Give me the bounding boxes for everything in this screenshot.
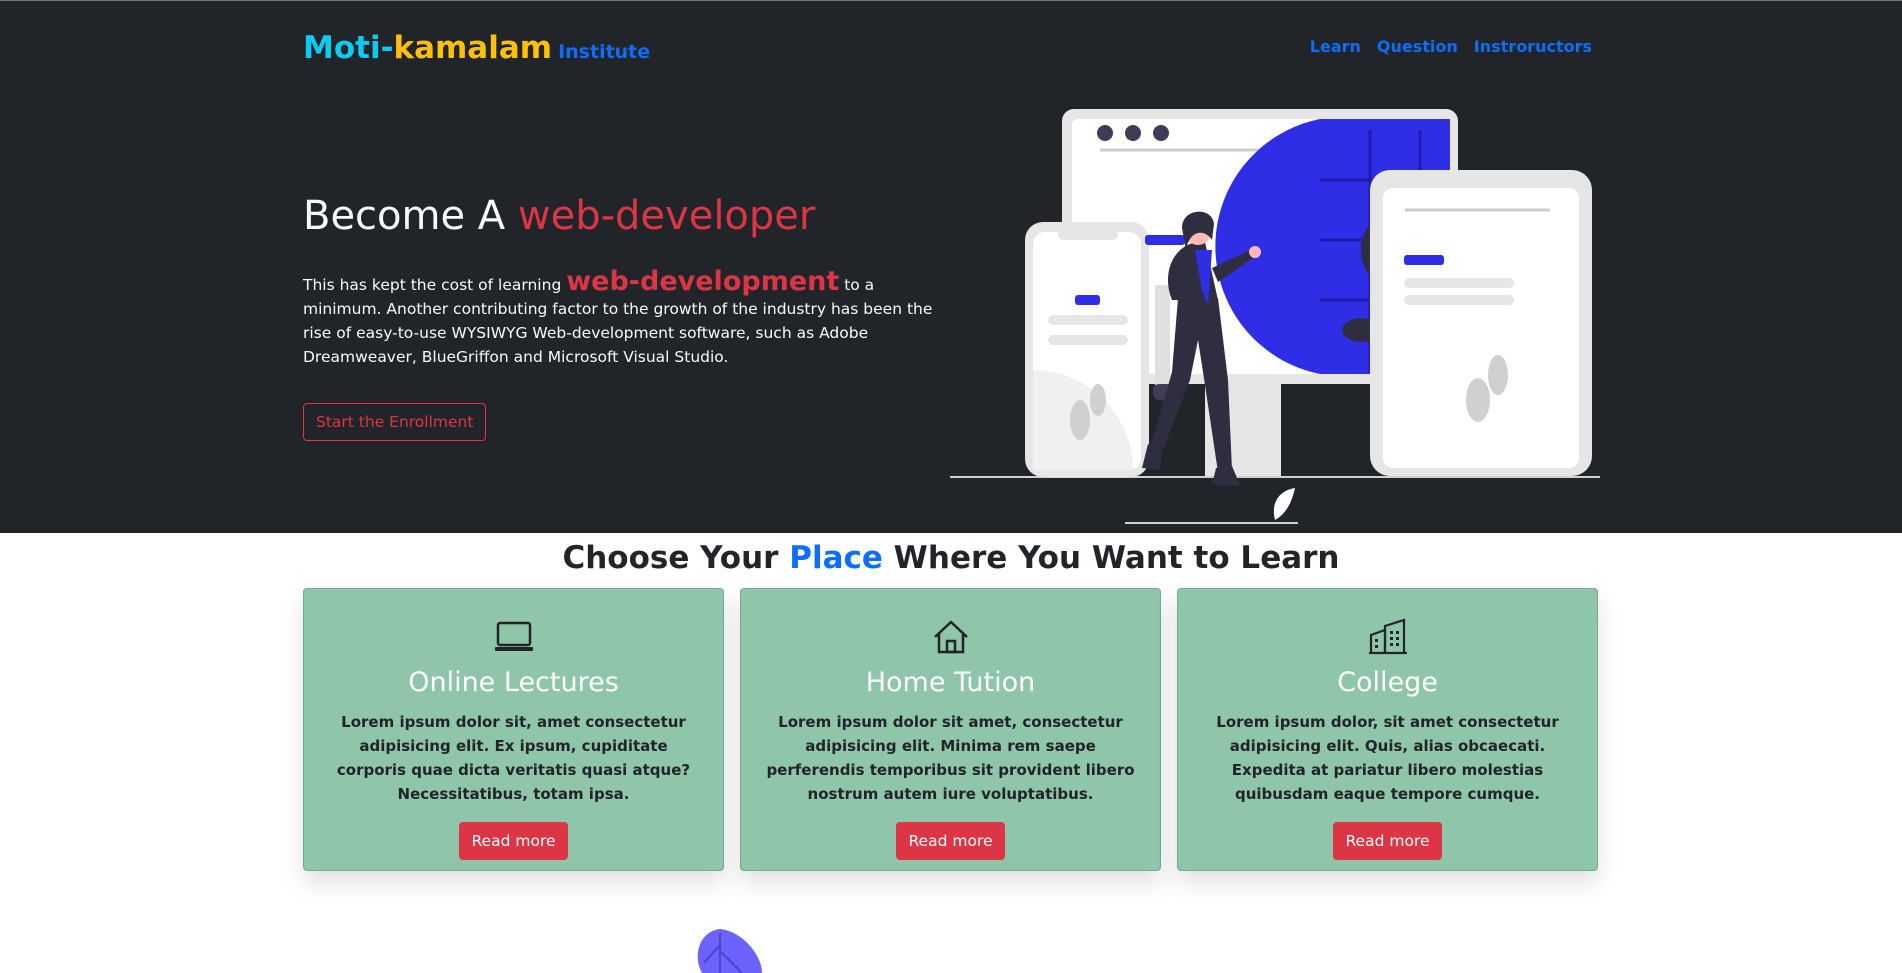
section-title: Choose Your Place Where You Want to Lear… — [0, 540, 1902, 576]
card-home-tution: Home Tution Lorem ipsum dolor sit amet, … — [740, 588, 1161, 871]
laptop-icon — [494, 621, 533, 651]
hero-title-accent: web-developer — [517, 193, 816, 239]
read-more-button[interactable]: Read more — [1333, 822, 1442, 860]
brand-part-2: kamalam — [393, 30, 553, 66]
section-title-prefix: Choose Your — [562, 540, 790, 576]
read-more-button[interactable]: Read more — [459, 822, 568, 860]
brand-logo[interactable]: Moti-kamalam Institute — [303, 30, 650, 66]
nav-link-instructors[interactable]: Instroructors — [1474, 37, 1592, 56]
hero-title: Become A web-developer — [303, 193, 815, 239]
brand-part-3: Institute — [558, 41, 651, 63]
section-title-suffix: Where You Want to Learn — [882, 540, 1340, 576]
card-text: Lorem ipsum dolor sit, amet consectetur … — [336, 713, 691, 803]
read-more-button[interactable]: Read more — [896, 822, 1005, 860]
hero-text-highlight: web-development — [566, 266, 840, 297]
leaf-decoration — [697, 929, 762, 973]
card-title: Online Lectures — [408, 667, 619, 698]
start-enrollment-button[interactable]: Start the Enrollment — [303, 403, 487, 441]
card-title: Home Tution — [865, 667, 1036, 698]
house-icon — [933, 620, 968, 654]
hero-description: This has kept the cost of learning web-d… — [303, 268, 953, 369]
nav-link-question[interactable]: Question — [1377, 37, 1458, 56]
hero-title-prefix: Become A — [303, 193, 518, 239]
top-nav: Learn Question Instroructors — [1310, 37, 1592, 56]
section-title-accent: Place — [789, 540, 883, 576]
card-title: College — [1337, 667, 1438, 698]
card-text: Lorem ipsum dolor sit amet, consectetur … — [766, 713, 1135, 803]
card-online-lectures: Online Lectures Lorem ipsum dolor sit, a… — [303, 588, 724, 871]
brand-part-1: Moti- — [303, 30, 394, 66]
nav-link-learn[interactable]: Learn — [1310, 37, 1361, 56]
building-icon — [1368, 618, 1407, 655]
card-text: Lorem ipsum dolor, sit amet consectetur … — [1216, 713, 1559, 803]
hero-text-before: This has kept the cost of learning — [303, 276, 567, 294]
card-college: College Lorem ipsum dolor, sit amet cons… — [1177, 588, 1598, 871]
web-developer-illustration — [950, 109, 1600, 524]
